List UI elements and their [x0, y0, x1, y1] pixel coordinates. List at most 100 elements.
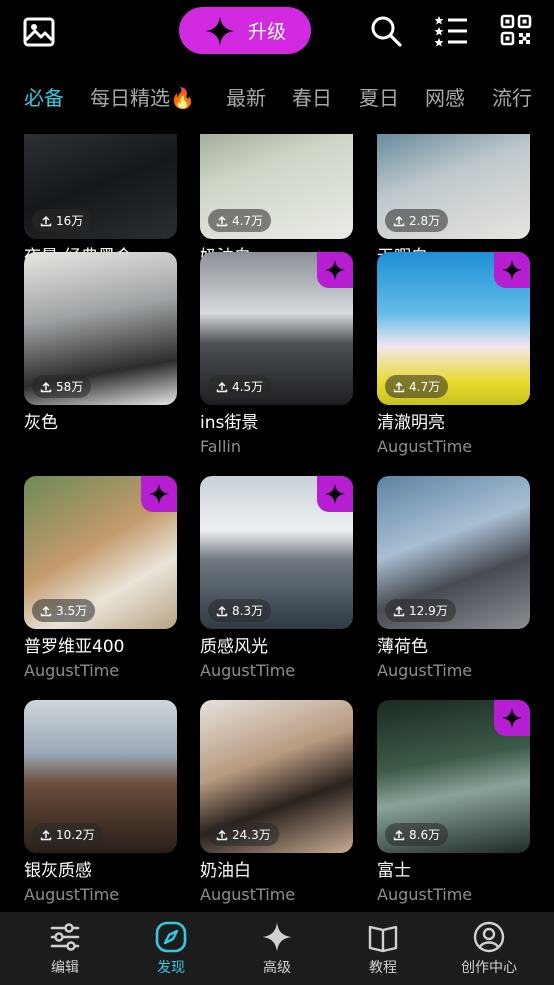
- usage-count-badge: 58万: [32, 375, 92, 398]
- nav-creator-center-label: 创作中心: [461, 960, 517, 976]
- filter-card[interactable]: 24.3万 奶油白 AugustTime: [200, 700, 353, 907]
- filter-title: 富士: [377, 861, 411, 881]
- usage-count: 8.3万: [232, 604, 264, 618]
- usage-count: 2.8万: [409, 214, 441, 228]
- nav-edit[interactable]: 编辑: [10, 912, 120, 985]
- filter-author: AugustTime: [377, 661, 473, 680]
- usage-count: 12.9万: [409, 604, 448, 618]
- nav-premium-label: 高级: [263, 960, 291, 976]
- user-circle-icon: [473, 921, 505, 953]
- filter-title: ins街景: [200, 413, 259, 433]
- filter-thumbnail[interactable]: 2.8万: [377, 134, 530, 239]
- upload-icon: [393, 829, 405, 840]
- upgrade-button[interactable]: 升级: [179, 7, 311, 54]
- filter-title: 灰色: [24, 413, 58, 433]
- compass-icon: [155, 921, 187, 953]
- nav-creator-center[interactable]: 创作中心: [434, 912, 544, 985]
- nav-premium[interactable]: 高级: [222, 912, 332, 985]
- nav-tutorial[interactable]: 教程: [328, 912, 438, 985]
- sparkle-icon: [501, 707, 523, 729]
- tab-daily-picks[interactable]: 每日精选🔥: [90, 82, 195, 111]
- filter-card[interactable]: 4.5万 ins街景 Fallin: [200, 252, 353, 459]
- gallery-icon[interactable]: [23, 16, 55, 48]
- filter-author: Fallin: [200, 437, 242, 456]
- usage-count: 4.5万: [232, 380, 264, 394]
- filter-title: 清澈明亮: [377, 413, 445, 433]
- usage-count-badge: 4.7万: [208, 209, 272, 232]
- sparkle-icon: [324, 259, 346, 281]
- filter-title: 薄荷色: [377, 637, 428, 657]
- filter-title: 普罗维亚400: [24, 637, 125, 657]
- filter-thumbnail[interactable]: 24.3万: [200, 700, 353, 853]
- tab-essential[interactable]: 必备: [24, 82, 64, 111]
- sliders-icon: [50, 923, 80, 951]
- usage-count-badge: 8.3万: [208, 599, 272, 622]
- filter-thumbnail[interactable]: 4.5万: [200, 252, 353, 405]
- filter-card[interactable]: 58万灰色: [24, 252, 177, 459]
- usage-count: 4.7万: [409, 380, 441, 394]
- filter-card[interactable]: 4.7万 清澈明亮 AugustTime: [377, 252, 530, 459]
- filter-thumbnail[interactable]: 8.6万: [377, 700, 530, 853]
- usage-count: 3.5万: [56, 604, 88, 618]
- category-tabs: 必备 每日精选🔥 最新 春日 夏日 网感 流行: [0, 76, 554, 116]
- filter-title: 银灰质感: [24, 861, 92, 881]
- tab-trendy[interactable]: 网感: [425, 82, 465, 111]
- tab-latest[interactable]: 最新: [226, 82, 266, 111]
- filter-card[interactable]: 10.2万银灰质感 AugustTime: [24, 700, 177, 907]
- filter-thumbnail[interactable]: 12.9万: [377, 476, 530, 629]
- search-icon[interactable]: [369, 14, 403, 48]
- filter-card[interactable]: 8.6万富士 AugustTime: [377, 700, 530, 907]
- filter-thumbnail[interactable]: 3.5万: [24, 476, 177, 629]
- usage-count: 4.7万: [232, 214, 264, 228]
- filter-thumbnail[interactable]: 4.7万: [377, 252, 530, 405]
- top-bar: 升级: [0, 0, 554, 66]
- upload-icon: [216, 381, 228, 392]
- upload-icon: [40, 605, 52, 616]
- filter-title: 质感风光: [200, 637, 268, 657]
- filter-author: [24, 435, 177, 459]
- filter-grid: 16万夜景-经典黑金4.7万奶油白Huafang2.8万无暇白Auta58万灰色…: [0, 134, 554, 912]
- premium-badge: [141, 476, 177, 512]
- usage-count: 10.2万: [56, 828, 95, 842]
- filter-thumbnail[interactable]: 16万: [24, 134, 177, 239]
- filter-author: AugustTime: [24, 885, 120, 904]
- filter-thumbnail[interactable]: 8.3万: [200, 476, 353, 629]
- filter-author: AugustTime: [377, 885, 473, 904]
- premium-badge: [494, 700, 530, 736]
- sparkle-icon: [324, 483, 346, 505]
- tab-summer[interactable]: 夏日: [359, 82, 399, 111]
- usage-count-badge: 4.7万: [385, 375, 449, 398]
- upload-icon: [393, 605, 405, 616]
- usage-count-badge: 24.3万: [208, 823, 279, 846]
- upload-icon: [40, 215, 52, 226]
- tab-popular[interactable]: 流行: [492, 82, 532, 111]
- bottom-nav: 编辑 发现 高级 教程 创作中心: [0, 912, 554, 985]
- upload-icon: [216, 605, 228, 616]
- filter-card[interactable]: 3.5万普罗维亚400 AugustTime: [24, 476, 177, 683]
- ranking-list-icon[interactable]: [434, 14, 468, 48]
- book-icon: [368, 925, 398, 953]
- upload-icon: [40, 829, 52, 840]
- tab-spring[interactable]: 春日: [292, 82, 332, 111]
- filter-author: AugustTime: [24, 661, 120, 680]
- filter-thumbnail[interactable]: 4.7万: [200, 134, 353, 239]
- nav-edit-label: 编辑: [51, 960, 79, 976]
- nav-discover[interactable]: 发现: [116, 912, 226, 985]
- nav-tutorial-label: 教程: [369, 960, 397, 976]
- nav-discover-label: 发现: [157, 960, 185, 976]
- filter-thumbnail[interactable]: 58万: [24, 252, 177, 405]
- usage-count: 8.6万: [409, 828, 441, 842]
- premium-badge: [317, 252, 353, 288]
- filter-thumbnail[interactable]: 10.2万: [24, 700, 177, 853]
- upload-icon: [216, 829, 228, 840]
- upload-icon: [393, 215, 405, 226]
- qr-code-icon[interactable]: [500, 14, 534, 48]
- usage-count-badge: 4.5万: [208, 375, 272, 398]
- filter-author: AugustTime: [200, 885, 296, 904]
- filter-card[interactable]: 8.3万 质感风光 AugustTime: [200, 476, 353, 683]
- usage-count-badge: 3.5万: [32, 599, 96, 622]
- usage-count: 16万: [56, 214, 84, 228]
- usage-count-badge: 8.6万: [385, 823, 449, 846]
- filter-card[interactable]: 12.9万薄荷色 AugustTime: [377, 476, 530, 683]
- usage-count: 58万: [56, 380, 84, 394]
